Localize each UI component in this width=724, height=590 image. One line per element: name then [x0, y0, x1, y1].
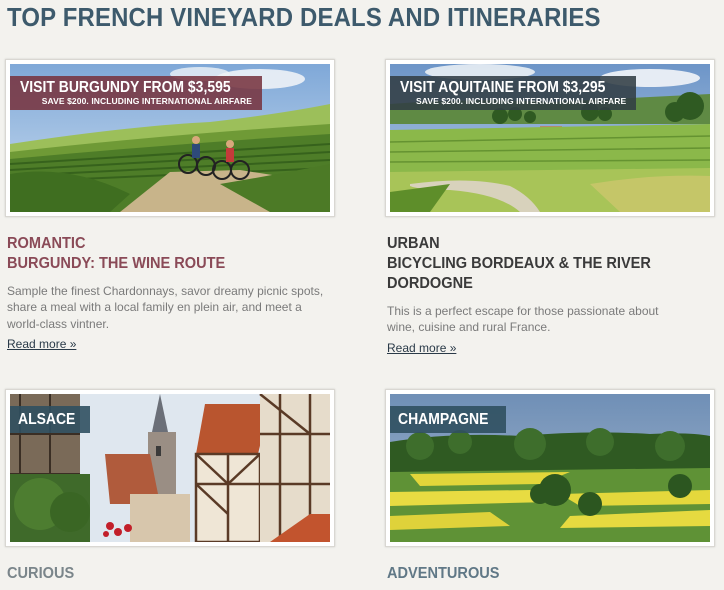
aquitaine-deal-savings: SAVE $200. INCLUDING INTERNATIONAL AIRFA…	[415, 96, 627, 106]
alsace-category: CURIOUS	[7, 565, 75, 582]
aquitaine-deal-price: VISIT AQUITAINE FROM $3,295	[400, 79, 606, 96]
burgundy-deal-badge: VISIT BURGUNDY FROM $3,595 SAVE $200. IN…	[10, 76, 262, 110]
aquitaine-deal-badge: VISIT AQUITAINE FROM $3,295 SAVE $200. I…	[390, 76, 637, 110]
burgundy-tour-name[interactable]: BURGUNDY: THE WINE ROUTE	[7, 254, 225, 274]
alsace-region-badge: ALSACE	[10, 406, 90, 433]
champagne-photo-link[interactable]: CHAMPAGNE	[385, 389, 715, 547]
aquitaine-photo-link[interactable]: VISIT AQUITAINE FROM $3,295 SAVE $200. I…	[385, 59, 715, 217]
champagne-fields-photo: CHAMPAGNE	[390, 394, 710, 542]
aquitaine-description: This is a perfect escape for those passi…	[387, 304, 659, 335]
alsace-village-photo: ALSACE	[10, 394, 330, 542]
burgundy-description: Sample the finest Chardonnays, savor dre…	[7, 284, 324, 331]
burgundy-read-more-link[interactable]: Read more »	[7, 337, 76, 351]
champagne-region-badge: CHAMPAGNE	[390, 406, 507, 433]
alsace-region-label: ALSACE	[18, 411, 76, 428]
aquitaine-category: URBAN	[387, 235, 440, 252]
aquitaine-countryside-photo: VISIT AQUITAINE FROM $3,295 SAVE $200. I…	[390, 64, 710, 212]
aquitaine-read-more-link[interactable]: Read more »	[387, 341, 456, 355]
burgundy-deal-savings: SAVE $200. INCLUDING INTERNATIONAL AIRFA…	[41, 96, 252, 106]
burgundy-photo-link[interactable]: VISIT BURGUNDY FROM $3,595 SAVE $200. IN…	[5, 59, 335, 217]
aquitaine-tour-name[interactable]: BICYCLING BORDEAUX & THE RIVER DORDOGNE	[387, 254, 688, 294]
burgundy-category: ROMANTIC	[7, 235, 86, 252]
alsace-photo-link[interactable]: ALSACE	[5, 389, 335, 547]
champagne-category: ADVENTUROUS	[387, 565, 500, 582]
champagne-region-label: CHAMPAGNE	[398, 411, 489, 428]
page-title: TOP FRENCH VINEYARD DEALS AND ITINERARIE…	[7, 2, 601, 32]
burgundy-deal-price: VISIT BURGUNDY FROM $3,595	[20, 79, 231, 96]
burgundy-vineyard-photo: VISIT BURGUNDY FROM $3,595 SAVE $200. IN…	[10, 64, 330, 212]
